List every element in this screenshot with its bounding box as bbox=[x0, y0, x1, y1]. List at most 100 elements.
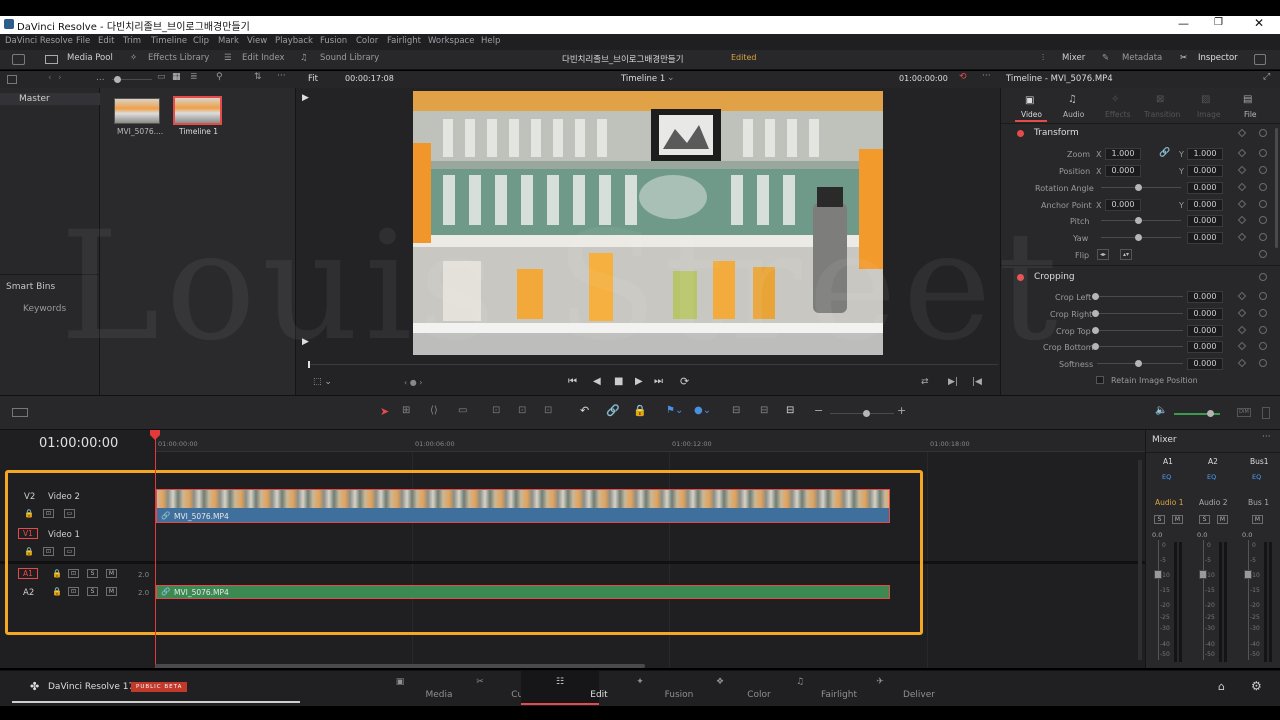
menu-fairlight[interactable]: Fairlight bbox=[387, 36, 421, 46]
video-frame[interactable] bbox=[413, 91, 883, 355]
reset-icon[interactable] bbox=[1259, 309, 1267, 317]
crop-left-knob[interactable] bbox=[1092, 293, 1099, 300]
grid-view-icon[interactable]: ▦ bbox=[172, 72, 181, 82]
zoom-custom-icon[interactable]: ⊟ bbox=[786, 405, 794, 416]
sound-library-button[interactable]: Sound Library bbox=[320, 53, 379, 63]
menu-mark[interactable]: Mark bbox=[218, 36, 239, 46]
flip-vertical-icon[interactable]: ▴▾ bbox=[1120, 249, 1132, 260]
zoom-detail-icon[interactable]: ⊟ bbox=[760, 405, 768, 416]
timeline-view-options-icon[interactable] bbox=[12, 408, 28, 417]
menu-clip[interactable]: Clip bbox=[193, 36, 209, 46]
next-edit-icon[interactable]: ▶| bbox=[948, 377, 958, 387]
master-bin[interactable] bbox=[0, 93, 100, 105]
viewer-mode-icon[interactable]: ⬚ ⌄ bbox=[313, 377, 332, 387]
crop-top-slider[interactable] bbox=[1097, 330, 1183, 331]
nav-back-icon[interactable]: ‹ bbox=[48, 73, 52, 83]
effects-library-button[interactable]: Effects Library bbox=[148, 53, 209, 63]
timeline-vscroll[interactable] bbox=[1138, 460, 1142, 660]
reset-icon[interactable] bbox=[1259, 359, 1267, 367]
position-y-field[interactable]: 0.000 bbox=[1187, 165, 1223, 177]
flag-icon[interactable]: ⚑⌄ bbox=[666, 405, 683, 416]
selection-tool-icon[interactable]: ➤ bbox=[380, 405, 389, 418]
loop-icon[interactable]: ⟳ bbox=[680, 375, 689, 388]
menu-workspace[interactable]: Workspace bbox=[428, 36, 474, 46]
reset-icon[interactable] bbox=[1259, 149, 1267, 157]
metadata-button[interactable]: Metadata bbox=[1122, 53, 1162, 63]
menu-help[interactable]: Help bbox=[481, 36, 500, 46]
reset-icon[interactable] bbox=[1259, 166, 1267, 174]
page-color[interactable]: ❖ Color bbox=[681, 671, 771, 705]
solo-button[interactable]: S bbox=[1154, 515, 1165, 524]
home-icon[interactable]: ⌂ bbox=[1218, 680, 1225, 693]
linked-selection-icon[interactable]: 🔗 bbox=[606, 404, 620, 417]
zoom-slider[interactable] bbox=[830, 413, 894, 414]
menu-trim[interactable]: Trim bbox=[123, 36, 141, 46]
pitch-knob[interactable] bbox=[1135, 217, 1142, 224]
rotation-field[interactable]: 0.000 bbox=[1187, 182, 1223, 194]
sync-icon[interactable]: ⟲ bbox=[959, 72, 967, 82]
timeline-ruler[interactable] bbox=[155, 430, 1145, 452]
zoom-full-icon[interactable]: ⊟ bbox=[732, 405, 740, 416]
keyframe-icon[interactable] bbox=[1237, 232, 1247, 242]
menu-edit[interactable]: Edit bbox=[98, 36, 114, 46]
keyframe-icon[interactable] bbox=[1237, 148, 1247, 158]
play-icon[interactable]: ▶ bbox=[635, 376, 643, 387]
menu-view[interactable]: View bbox=[247, 36, 267, 46]
tab-video[interactable]: Video bbox=[1021, 110, 1042, 119]
yaw-field[interactable]: 0.000 bbox=[1187, 232, 1223, 244]
meters-icon[interactable] bbox=[1262, 407, 1270, 419]
inspector-toggle-icon[interactable] bbox=[1254, 54, 1266, 65]
menu-fusion[interactable]: Fusion bbox=[320, 36, 347, 46]
tab-effects[interactable]: Effects bbox=[1105, 110, 1131, 119]
inspector-scrollbar[interactable] bbox=[1275, 128, 1278, 248]
zoom-out-icon[interactable]: − bbox=[814, 404, 823, 417]
bin-list-icon[interactable] bbox=[7, 75, 17, 84]
media-pool-button[interactable]: Media Pool bbox=[67, 53, 113, 63]
maximize-icon[interactable]: ❐ bbox=[1214, 17, 1223, 28]
keyframe-icon[interactable] bbox=[1237, 182, 1247, 192]
jog-control[interactable]: ‹ ● › bbox=[404, 378, 422, 387]
blade-tool-icon[interactable]: ▭ bbox=[458, 405, 467, 416]
link-icon[interactable]: 🔗 bbox=[1159, 148, 1170, 158]
reset-icon[interactable] bbox=[1259, 250, 1267, 258]
go-to-start-icon[interactable]: ⏮ bbox=[568, 376, 577, 387]
keyframe-icon[interactable] bbox=[1237, 341, 1247, 351]
keyframe-icon[interactable] bbox=[1237, 358, 1247, 368]
tab-image[interactable]: Image bbox=[1197, 110, 1221, 119]
overwrite-clip-icon[interactable]: ⊡ bbox=[518, 405, 526, 416]
crop-right-slider[interactable] bbox=[1097, 313, 1183, 314]
reset-icon[interactable] bbox=[1259, 292, 1267, 300]
reset-icon[interactable] bbox=[1259, 216, 1267, 224]
position-x-field[interactable]: 0.000 bbox=[1105, 165, 1141, 177]
mute-button[interactable]: M bbox=[1172, 515, 1183, 524]
zoom-in-icon[interactable]: + bbox=[897, 404, 906, 417]
match-frame-icon[interactable]: ⇄ bbox=[921, 377, 929, 387]
anchor-y-field[interactable]: 0.000 bbox=[1187, 199, 1223, 211]
page-edit[interactable]: ☷ Edit bbox=[521, 671, 608, 705]
volume-knob[interactable] bbox=[1207, 410, 1214, 417]
page-media[interactable]: ▣ Media bbox=[361, 671, 453, 705]
crop-right-knob[interactable] bbox=[1092, 310, 1099, 317]
fit-dropdown[interactable]: Fit bbox=[308, 74, 318, 84]
crop-left-slider[interactable] bbox=[1097, 296, 1183, 297]
yaw-knob[interactable] bbox=[1135, 234, 1142, 241]
chevron-down-icon[interactable]: ⌄ bbox=[667, 73, 675, 83]
solo-button[interactable]: S bbox=[1199, 515, 1210, 524]
eq-button[interactable]: EQ bbox=[1207, 473, 1216, 481]
menu-davinci[interactable]: DaVinci Resolve bbox=[5, 36, 73, 46]
marker-icon[interactable]: ●⌄ bbox=[694, 405, 711, 416]
eq-button[interactable]: EQ bbox=[1162, 473, 1171, 481]
keyframe-icon[interactable] bbox=[1237, 291, 1247, 301]
tab-transition[interactable]: Transition bbox=[1144, 110, 1180, 119]
more-dots-icon[interactable]: ... bbox=[96, 73, 105, 83]
page-fairlight[interactable]: ♫ Fairlight bbox=[761, 671, 857, 705]
keyframe-icon[interactable] bbox=[1237, 199, 1247, 209]
play-reverse-icon[interactable]: ◀ bbox=[593, 376, 601, 387]
position-lock-icon[interactable]: 🔒 bbox=[633, 404, 647, 417]
settings-gear-icon[interactable]: ⚙ bbox=[1251, 679, 1262, 693]
list-view-icon[interactable]: ≣ bbox=[190, 72, 198, 82]
mute-button[interactable]: M bbox=[1217, 515, 1228, 524]
keyframe-icon[interactable] bbox=[1237, 215, 1247, 225]
menu-file[interactable]: File bbox=[76, 36, 90, 46]
insert-clip-icon[interactable]: ⊡ bbox=[492, 405, 500, 416]
